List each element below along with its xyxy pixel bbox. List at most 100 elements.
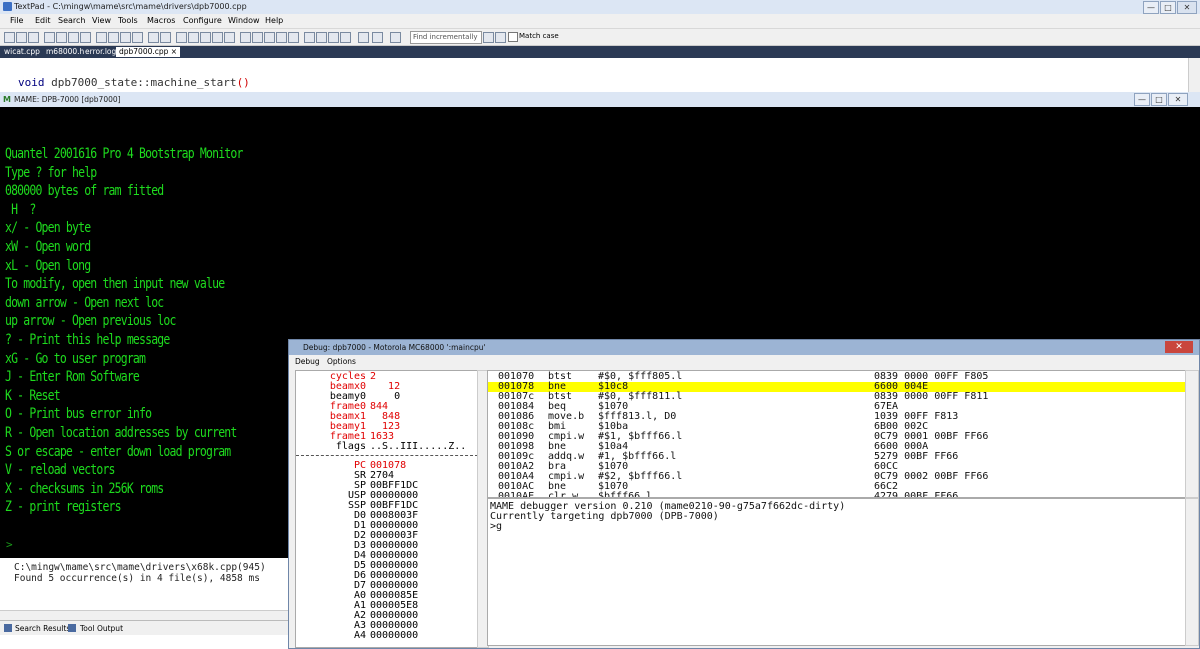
- disasm-row-current[interactable]: 001078 bne $10c8 6600 004E: [488, 382, 1186, 392]
- code-line: void dpb7000_state::machine_start(): [18, 76, 250, 89]
- disasm-row[interactable]: 0010A2 bra $1070 60CC: [488, 462, 1186, 472]
- mame-maximize-button[interactable]: □: [1151, 93, 1167, 106]
- menu-macros[interactable]: Macros: [147, 16, 175, 25]
- menu-help[interactable]: Help: [265, 16, 283, 25]
- menu-configure[interactable]: Configure: [183, 16, 222, 25]
- debugger-title: Debug: dpb7000 - Motorola MC68000 ':main…: [303, 343, 486, 352]
- mame-minimize-button[interactable]: —: [1134, 93, 1150, 106]
- debugger-close-button[interactable]: ✕: [1165, 341, 1193, 353]
- console-line: >g: [490, 521, 503, 532]
- disassembly-pane[interactable]: 001070 btst #$0, $fff805.l 0839 0000 00FF F…: [487, 370, 1187, 498]
- menu-file[interactable]: File: [10, 16, 23, 25]
- monitor-line: x/ - Open byte: [5, 220, 91, 237]
- menu-edit[interactable]: Edit: [35, 16, 51, 25]
- tab-m68000[interactable]: m68000.h: [46, 47, 84, 57]
- disasm-row[interactable]: 00108c bmi $10ba 6B00 002C: [488, 422, 1186, 432]
- find-incrementally-input[interactable]: Find incrementally: [410, 31, 482, 44]
- menu-tools[interactable]: Tools: [118, 16, 138, 25]
- mame-logo-icon: M: [3, 95, 11, 104]
- open-file-icon[interactable]: [16, 32, 27, 43]
- register-name: flags: [335, 441, 366, 452]
- monitor-line: To modify, open then input new value: [5, 276, 225, 293]
- monitor-line: xG - Go to user program: [5, 350, 146, 367]
- menu-view[interactable]: View: [92, 16, 111, 25]
- match-case-checkbox[interactable]: [508, 32, 518, 42]
- register-row: flags ..S..III.....Z..: [296, 442, 478, 452]
- new-file-icon[interactable]: [4, 32, 15, 43]
- undo-icon[interactable]: [148, 32, 159, 43]
- dropdown-icon[interactable]: [390, 32, 401, 43]
- debugger-window: Debug: dpb7000 - Motorola MC68000 ':main…: [288, 339, 1200, 649]
- maximize-button[interactable]: □: [1160, 1, 1176, 14]
- toolbar: Find incrementally Match case: [0, 29, 1200, 46]
- copy-icon[interactable]: [108, 32, 119, 43]
- disasm-row[interactable]: 001098 bne $10a4 6600 000A: [488, 442, 1186, 452]
- menu-options[interactable]: Options: [327, 357, 356, 366]
- outdent-icon[interactable]: [188, 32, 199, 43]
- disasm-row[interactable]: 0010AC bne $1070 66C2: [488, 482, 1186, 492]
- disasm-row[interactable]: 00107c btst #$0, $fff811.l 0839 0000 00FF F…: [488, 392, 1186, 402]
- tab-tool-output[interactable]: Tool Output: [80, 624, 123, 633]
- search-icon[interactable]: [304, 32, 315, 43]
- monitor-line: H ?: [5, 201, 36, 218]
- compare-icon[interactable]: [240, 32, 251, 43]
- mame-close-button[interactable]: ✕: [1168, 93, 1188, 106]
- disasm-row[interactable]: 001070 btst #$0, $fff805.l 0839 0000 00FF F…: [488, 372, 1186, 382]
- registers-pane[interactable]: cycles 2 beamx0 12 beamy0 0 frame0 844 beamx1 …: [295, 370, 479, 648]
- textpad-app-icon: [3, 2, 12, 11]
- spelling-icon[interactable]: [264, 32, 275, 43]
- bookmark-icon[interactable]: [328, 32, 339, 43]
- indent-icon[interactable]: [176, 32, 187, 43]
- disasm-row[interactable]: 001084 beq $1070 67EA: [488, 402, 1186, 412]
- minimize-button[interactable]: —: [1143, 1, 1159, 14]
- close-button[interactable]: ✕: [1177, 1, 1197, 14]
- menu-search[interactable]: Search: [58, 16, 85, 25]
- print-icon[interactable]: [56, 32, 67, 43]
- web-browser-icon[interactable]: [252, 32, 263, 43]
- menu-debug[interactable]: Debug: [295, 357, 320, 366]
- redo-icon[interactable]: [160, 32, 171, 43]
- paragraph-icon[interactable]: [224, 32, 235, 43]
- tab-wicat[interactable]: wicat.cpp: [4, 47, 40, 57]
- paste-icon[interactable]: [120, 32, 131, 43]
- tool-output-icon: [68, 624, 76, 632]
- tab-error-log[interactable]: error.log: [85, 47, 116, 57]
- code-keyword: void: [18, 76, 45, 89]
- close-tab-icon[interactable]: ×: [171, 47, 177, 56]
- monitor-line: xL - Open long: [5, 257, 91, 274]
- monitor-line: ? - Print this help message: [5, 332, 170, 348]
- save-all-icon[interactable]: [44, 32, 55, 43]
- search-results-icon: [4, 624, 12, 632]
- console-scrollbar[interactable]: [1185, 498, 1199, 646]
- replace-icon[interactable]: [316, 32, 327, 43]
- disasm-row[interactable]: 00109c addq.w #1, $bfff66.l 5279 00BF FF66: [488, 452, 1186, 462]
- console-line: Currently targeting dpb7000 (DPB-7000): [490, 511, 719, 522]
- cut-icon[interactable]: [96, 32, 107, 43]
- word-wrap-icon[interactable]: [200, 32, 211, 43]
- search-result-line[interactable]: C:\mingw\mame\src\mame\drivers\x68k.cpp(…: [14, 562, 266, 573]
- disasm-row[interactable]: 001086 move.b $fff813.l, D0 1039 00FF F813: [488, 412, 1186, 422]
- sort-icon[interactable]: [276, 32, 287, 43]
- find-up-icon[interactable]: [495, 32, 506, 43]
- spell-check-icon[interactable]: [80, 32, 91, 43]
- monitor-line: S or escape - enter down load program: [5, 443, 231, 460]
- find-down-icon[interactable]: [483, 32, 494, 43]
- menu-window[interactable]: Window: [228, 16, 260, 25]
- delete-icon[interactable]: [132, 32, 143, 43]
- save-icon[interactable]: [28, 32, 39, 43]
- disassembly-scrollbar[interactable]: [1185, 370, 1199, 498]
- debugger-console[interactable]: MAME debugger version 0.210 (mame0210-90…: [487, 498, 1187, 646]
- record-icon[interactable]: [358, 32, 369, 43]
- visible-spaces-icon[interactable]: [212, 32, 223, 43]
- print-preview-icon[interactable]: [68, 32, 79, 43]
- tab-dpb7000[interactable]: dpb7000.cpp ×: [116, 47, 181, 57]
- debugger-menu: Debug Options: [289, 356, 1199, 368]
- find-in-files-icon[interactable]: [288, 32, 299, 43]
- monitor-line: xW - Open word: [5, 239, 91, 255]
- tab-search-results[interactable]: Search Results: [15, 624, 70, 633]
- disasm-row[interactable]: 0010A4 cmpi.w #$2, $bfff66.l 0C79 0002 00BF…: [488, 472, 1186, 482]
- play-icon[interactable]: [372, 32, 383, 43]
- disasm-row[interactable]: 001090 cmpi.w #$1, $bfff66.l 0C79 0001 00BF…: [488, 432, 1186, 442]
- macro-icon[interactable]: [340, 32, 351, 43]
- editor[interactable]: void dpb7000_state::machine_start(): [0, 58, 1190, 92]
